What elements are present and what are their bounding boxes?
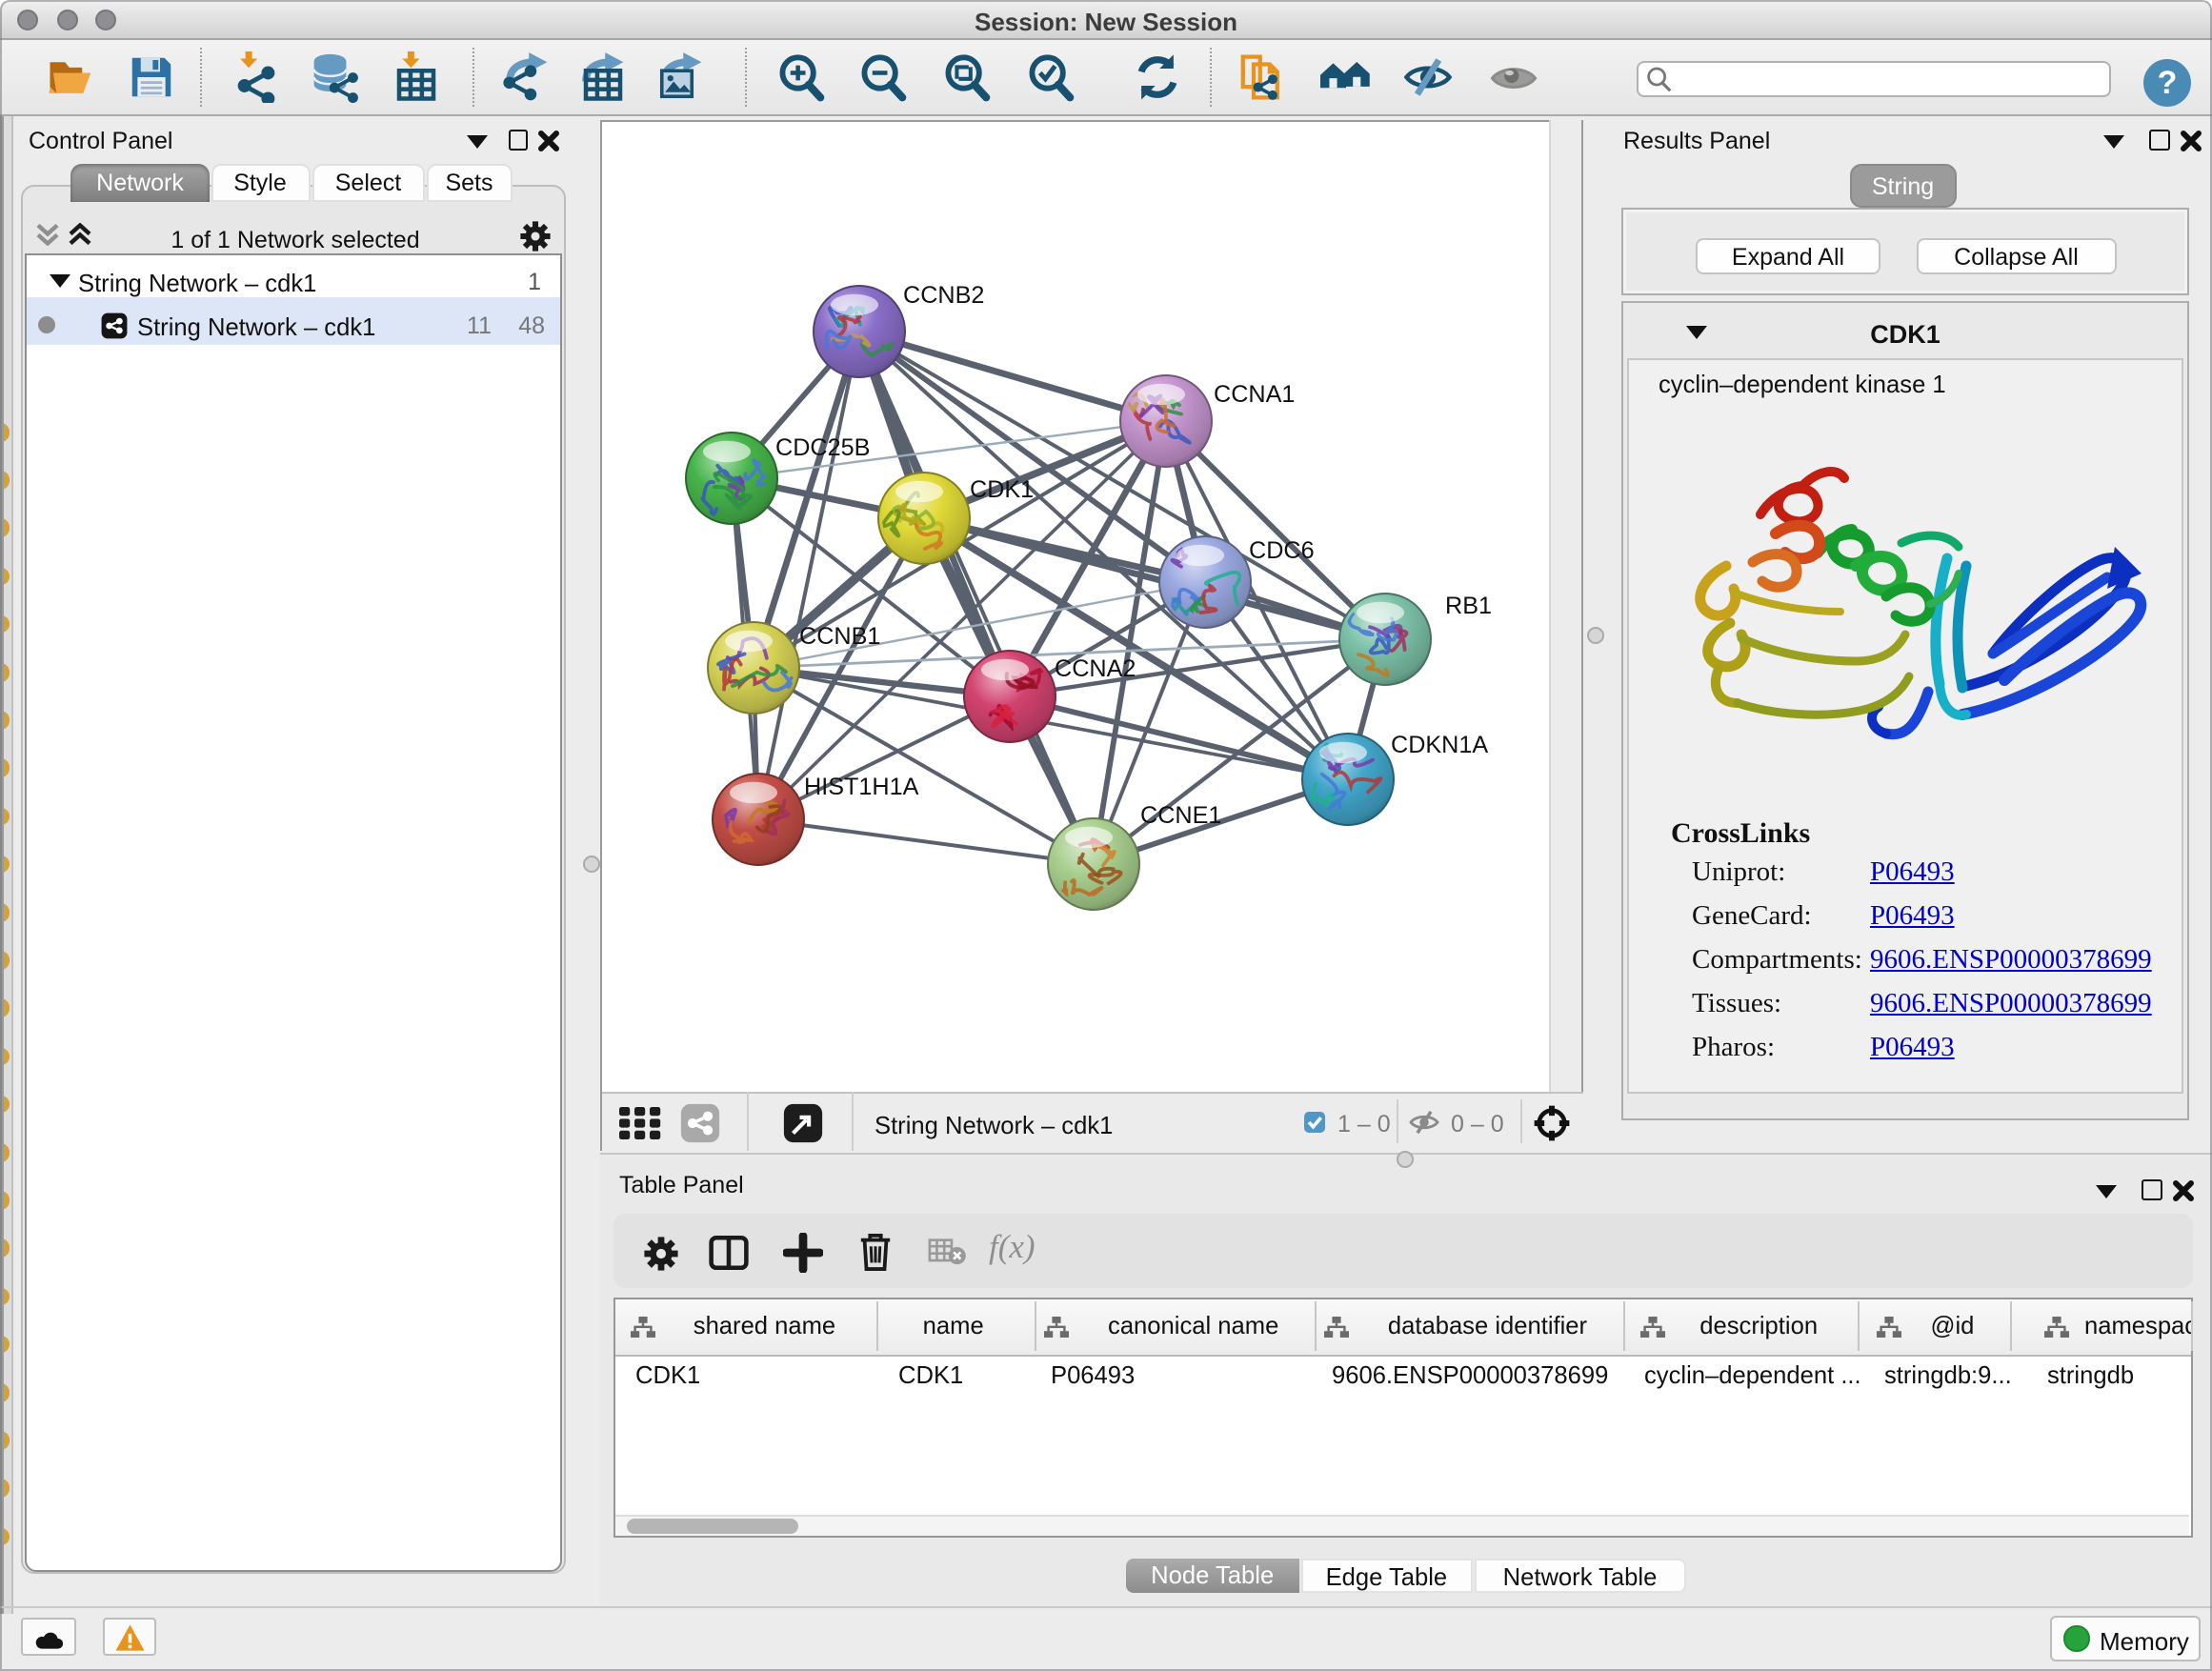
svg-text:CDC25B: CDC25B	[775, 433, 870, 460]
svg-text:RB1: RB1	[1445, 592, 1492, 618]
svg-text:CCNA1: CCNA1	[1214, 380, 1295, 407]
svg-text:CDC6: CDC6	[1249, 536, 1315, 563]
svg-text:HIST1H1A: HIST1H1A	[804, 773, 919, 799]
svg-text:CDKN1A: CDKN1A	[1391, 731, 1488, 757]
svg-text:CCNB1: CCNB1	[799, 622, 880, 649]
svg-text:CCNB2: CCNB2	[903, 281, 984, 308]
svg-text:CCNE1: CCNE1	[1140, 801, 1221, 828]
svg-text:CCNA2: CCNA2	[1055, 654, 1136, 681]
svg-text:CDK1: CDK1	[970, 475, 1034, 502]
